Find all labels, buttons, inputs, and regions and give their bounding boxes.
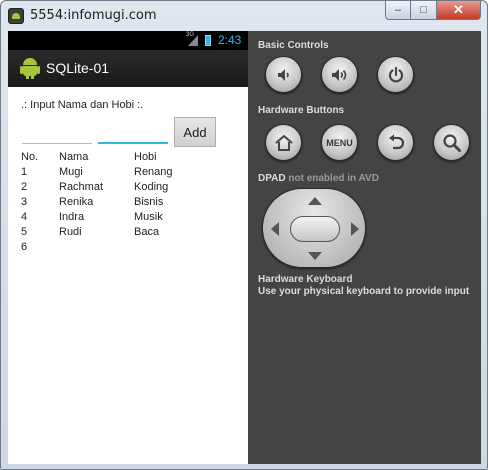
- maximize-button[interactable]: □: [411, 1, 437, 20]
- table-row: 5 Rudi Baca: [21, 226, 241, 241]
- row-nama: Mugi: [59, 166, 83, 178]
- table-row: 2 Rachmat Koding: [21, 181, 241, 196]
- table-row: 4 Indra Musik: [21, 211, 241, 226]
- volume-up-icon: [331, 68, 346, 81]
- hardware-keyboard-section: Hardware Keyboard Use your physical keyb…: [258, 274, 469, 298]
- row-no: 1: [21, 166, 28, 178]
- basic-controls-title: Basic Controls: [258, 40, 329, 51]
- back-icon: [388, 134, 404, 149]
- window-client-area: 3G 2:43 SQLite-01 .: Input Nama dan Hobi…: [8, 31, 481, 464]
- form-prompt: .: Input Nama dan Hobi :.: [21, 99, 144, 111]
- emulator-control-panel: Basic Controls Hardware Buttons MENU DPA…: [248, 31, 481, 464]
- signal-icon: [188, 35, 198, 46]
- row-no: 2: [21, 181, 28, 193]
- dpad-down-arrow-icon[interactable]: [308, 252, 322, 260]
- menu-button[interactable]: MENU: [321, 124, 358, 161]
- row-nama: Renika: [59, 196, 94, 208]
- row-nama: Rudi: [59, 226, 82, 238]
- app-title: SQLite-01: [46, 60, 110, 76]
- search-button[interactable]: [433, 124, 470, 161]
- hardware-buttons-title: Hardware Buttons: [258, 105, 345, 116]
- emulator-window: 5554:infomugi.com – □ ✕ 3G 2:43 SQLite-0…: [0, 0, 488, 470]
- power-icon: [388, 66, 403, 82]
- volume-down-button[interactable]: [265, 56, 302, 93]
- app-content: .: Input Nama dan Hobi :. Add No. Nama H…: [8, 87, 248, 464]
- header-hobi: Hobi: [134, 151, 157, 163]
- menu-button-label: MENU: [326, 137, 353, 148]
- emulator-app-icon: [8, 8, 24, 24]
- table-row: 1 Mugi Renang: [21, 166, 241, 181]
- home-button[interactable]: [265, 124, 302, 161]
- dpad-left-arrow-icon[interactable]: [271, 222, 279, 236]
- status-time: 2:43: [218, 33, 242, 47]
- add-button[interactable]: Add: [174, 117, 216, 147]
- window-titlebar[interactable]: 5554:infomugi.com – □ ✕: [1, 1, 487, 31]
- table-row: 6: [21, 241, 241, 256]
- action-bar: SQLite-01: [8, 50, 248, 87]
- row-nama: Indra: [59, 211, 85, 223]
- table-header-row: No. Nama Hobi: [21, 151, 241, 166]
- window-title: 5554:infomugi.com: [30, 8, 157, 23]
- home-icon: [274, 134, 293, 151]
- row-no: 3: [21, 196, 28, 208]
- row-no: 6: [21, 241, 28, 253]
- row-hobi: Bisnis: [134, 196, 164, 208]
- dpad-label: DPAD: [258, 173, 286, 184]
- status-bar: 3G 2:43: [8, 31, 248, 50]
- dpad-status: not enabled in AVD: [288, 173, 379, 184]
- hobi-input[interactable]: [98, 132, 168, 144]
- battery-icon: [205, 35, 211, 46]
- dpad-title: DPAD not enabled in AVD: [258, 173, 379, 184]
- nama-input[interactable]: [22, 132, 92, 144]
- dpad-right-arrow-icon[interactable]: [351, 222, 359, 236]
- table-row: 3 Renika Bisnis: [21, 196, 241, 211]
- volume-down-icon: [277, 68, 289, 81]
- minimize-button[interactable]: –: [385, 1, 411, 20]
- row-no: 4: [21, 211, 28, 223]
- row-hobi: Renang: [134, 166, 173, 178]
- row-hobi: Baca: [134, 226, 160, 238]
- volume-up-button[interactable]: [321, 56, 358, 93]
- data-table: No. Nama Hobi 1 Mugi Renang 2 Rachmat Ko…: [21, 151, 241, 256]
- power-button[interactable]: [377, 56, 414, 93]
- dpad-up-arrow-icon[interactable]: [308, 197, 322, 205]
- hardware-keyboard-title: Hardware Keyboard: [258, 274, 353, 285]
- close-button[interactable]: ✕: [437, 1, 481, 20]
- row-nama: Rachmat: [59, 181, 104, 193]
- search-icon: [442, 133, 461, 152]
- row-hobi: Koding: [134, 181, 169, 193]
- dpad-center-button[interactable]: [290, 216, 340, 242]
- row-hobi: Musik: [134, 211, 163, 223]
- row-no: 5: [21, 226, 28, 238]
- header-no: No.: [21, 151, 39, 163]
- android-app-icon: [20, 58, 40, 79]
- header-nama: Nama: [59, 151, 89, 163]
- dpad[interactable]: [262, 188, 366, 268]
- hardware-keyboard-hint: Use your physical keyboard to provide in…: [258, 286, 470, 297]
- back-button[interactable]: [377, 124, 414, 161]
- device-screen: 3G 2:43 SQLite-01 .: Input Nama dan Hobi…: [8, 31, 248, 464]
- window-controls: – □ ✕: [385, 1, 481, 21]
